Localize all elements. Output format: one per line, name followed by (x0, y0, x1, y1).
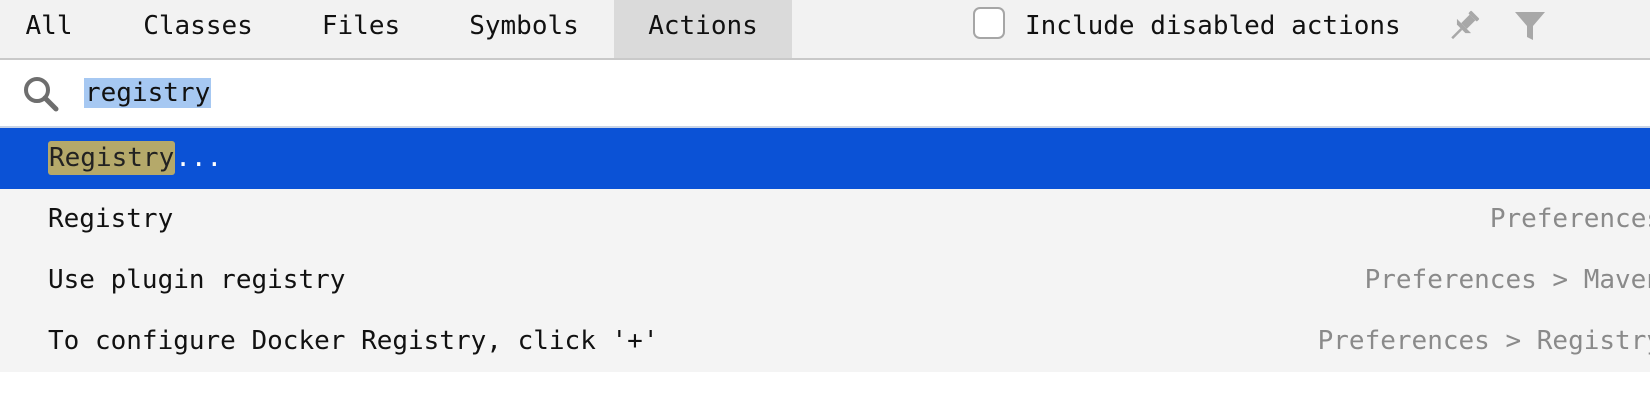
result-name-match: Registry (48, 141, 176, 175)
result-location: Preferences > Registry (1317, 326, 1650, 356)
tab-bar: All Classes Files Symbols Actions Includ… (0, 0, 1650, 60)
tab-actions[interactable]: Actions (614, 0, 792, 58)
tab-classes[interactable]: Classes (120, 0, 276, 58)
search-field[interactable]: registry (0, 60, 1650, 128)
result-name-rest: ... (175, 143, 223, 173)
result-name-rest: Use plugin registry (48, 265, 346, 295)
result-row-use-plugin-registry[interactable]: Use plugin registry Preferences > Maven (0, 250, 1650, 311)
result-name-rest: Registry (48, 204, 174, 234)
result-row-registry-dialog[interactable]: Registry... (0, 128, 1650, 189)
search-input-value[interactable]: registry (84, 78, 212, 108)
include-disabled-checkbox[interactable] (973, 7, 1005, 39)
search-icon (22, 75, 60, 113)
results-list: Registry... Registry Preferences Use plu… (0, 128, 1650, 372)
background-area (0, 372, 1650, 416)
tab-files[interactable]: Files (302, 0, 420, 58)
include-disabled-label[interactable]: Include disabled actions (1025, 0, 1401, 52)
search-input[interactable]: registry (84, 76, 212, 110)
result-name: To configure Docker Registry, click '+' (48, 311, 658, 372)
result-location: Preferences (1489, 204, 1650, 234)
result-name: Use plugin registry (48, 250, 345, 311)
tab-symbols[interactable]: Symbols (448, 0, 600, 58)
tab-all[interactable]: All (0, 0, 98, 58)
filter-icon[interactable] (1512, 8, 1548, 44)
result-location: Preferences > Maven (1364, 265, 1650, 295)
result-name: Registry (48, 189, 173, 250)
result-name: Registry... (48, 128, 222, 189)
result-row-registry[interactable]: Registry Preferences (0, 189, 1650, 250)
search-everywhere-popup: All Classes Files Symbols Actions Includ… (0, 0, 1650, 416)
result-row-docker-registry[interactable]: To configure Docker Registry, click '+' … (0, 311, 1650, 372)
result-name-rest: To configure Docker Registry, click '+' (48, 326, 659, 356)
pin-icon[interactable] (1444, 6, 1484, 46)
